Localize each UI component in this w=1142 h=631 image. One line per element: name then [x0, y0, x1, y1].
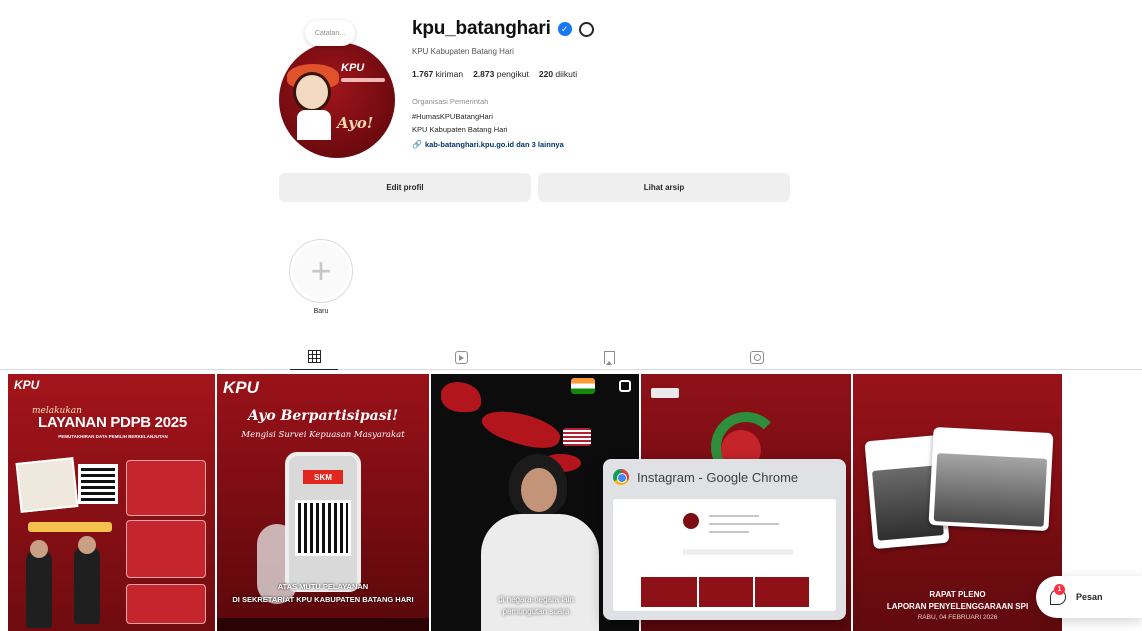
profile-username: kpu_batanghari: [412, 18, 551, 39]
avatar-logo-text: KPU: [341, 62, 365, 74]
grid-icon: [307, 350, 321, 363]
stat-posts: 1.767 kiriman: [412, 69, 464, 79]
post3-caption: di negara-negara lain pemungutan suara: [498, 595, 574, 616]
messages-badge: 1: [1054, 584, 1065, 595]
username-row: kpu_batanghari ✓: [412, 18, 594, 40]
post3-flag-india: [571, 378, 595, 394]
new-highlight-inner: +: [293, 243, 349, 299]
profile-category: Organisasi Pemerintah: [412, 97, 489, 106]
post5-date: RABU, 04 FEBRUARI 2026: [917, 614, 998, 621]
reels-icon: [454, 350, 468, 364]
chrome-window-preview[interactable]: Instagram - Google Chrome: [603, 459, 846, 620]
plus-icon: +: [310, 250, 332, 291]
post-tile-2[interactable]: KPU Ayo Berpartisipasi! Mengisi Survei K…: [217, 374, 429, 631]
profile-link-text[interactable]: kab-batanghari.kpu.go.id dan 3 lainnya: [425, 140, 564, 149]
avatar-script-text: Ayo!: [337, 114, 374, 132]
settings-gear-icon[interactable]: [578, 21, 594, 37]
post1-info-box: [126, 584, 206, 624]
post1-yellow-bar: [28, 522, 112, 532]
stat-following[interactable]: 220 diikuti: [539, 69, 577, 79]
messages-button[interactable]: Pesan: [1036, 576, 1142, 618]
post2-footer: ATAS MUTU PELAYANAN DI SEKRETARIAT KPU K…: [232, 582, 414, 604]
profile-stats: 1.767 kiriman 2.873 pengikut 220 diikuti: [412, 69, 577, 79]
edit-profile-button[interactable]: Edit profil: [279, 173, 531, 202]
new-highlight-button[interactable]: +: [289, 239, 353, 303]
chrome-preview-title: Instagram - Google Chrome: [637, 469, 799, 485]
post-tile-1[interactable]: KPU melakukan LAYANAN PDPB 2025 PEMUTAKH…: [8, 374, 215, 631]
post2-brand: KPU: [223, 378, 259, 397]
avatar-mascot-head: [293, 72, 331, 112]
post1-person: [74, 546, 100, 624]
post2-qr-code: [295, 500, 351, 556]
note-bubble[interactable]: Catatan...: [305, 20, 355, 46]
chrome-icon: [613, 469, 629, 485]
profile-full-name: KPU Kabupaten Batang Hari: [412, 47, 514, 56]
post1-poster-image: [15, 457, 79, 513]
thumbnail-posts: [641, 577, 809, 607]
post3-flag-usa: [563, 428, 591, 446]
stat-followers[interactable]: 2.873 pengikut: [473, 69, 529, 79]
post4-logo: [651, 388, 679, 398]
post2-bottom-strip: [217, 618, 429, 631]
reel-indicator-icon: [619, 380, 631, 392]
thumbnail-avatar: [683, 513, 699, 529]
chrome-preview-title-row: Instagram - Google Chrome: [613, 469, 798, 485]
profile-link[interactable]: 🔗 kab-batanghari.kpu.go.id dan 3 lainnya: [412, 140, 564, 149]
view-archive-button[interactable]: Lihat arsip: [538, 173, 790, 202]
post1-info-box: [126, 460, 206, 516]
link-icon: 🔗: [412, 140, 422, 149]
post2-subtitle: Mengisi Survei Kepuasan Masyarakat: [241, 430, 405, 440]
bookmark-icon: [603, 350, 615, 365]
thumbnail-line: [709, 523, 779, 525]
post1-subtitle: PEMUTAKHIRAN DATA PEMILIH BERKELANJUTAN: [58, 434, 168, 439]
tab-posts[interactable]: [290, 344, 338, 370]
tab-tagged[interactable]: [733, 344, 781, 370]
tab-reels[interactable]: [437, 344, 485, 370]
post5-photo-card: [928, 426, 1054, 532]
profile-bio-hashtag[interactable]: #HumasKPUBatangHari: [412, 112, 493, 121]
post-tile-5[interactable]: RAPAT PLENO LAPORAN PENYELENGGARAAN SPI …: [853, 374, 1062, 631]
post1-brand: KPU: [14, 378, 40, 392]
post2-title: Ayo Berpartisipasi!: [247, 408, 399, 424]
tagged-icon: [750, 350, 764, 364]
thumbnail-line: [709, 531, 749, 533]
verified-badge-icon: ✓: [557, 22, 572, 36]
tab-saved[interactable]: [585, 344, 633, 370]
post1-person-face: [30, 540, 48, 558]
post1-title: LAYANAN PDPB 2025: [38, 414, 187, 431]
post3-face: [521, 468, 557, 512]
chrome-preview-thumbnail: [613, 499, 836, 611]
tabs-divider: [0, 369, 1142, 370]
post5-title: RAPAT PLENO: [929, 590, 986, 599]
avatar-subtitle-bar: [341, 78, 385, 82]
post1-person-face: [78, 536, 96, 554]
post1-qr-code: [78, 464, 118, 504]
profile-avatar[interactable]: KPU Ayo!: [279, 42, 395, 158]
thumbnail-buttons: [683, 549, 793, 555]
avatar-mascot-body: [297, 110, 331, 140]
new-highlight-label: Baru: [313, 308, 329, 315]
profile-bio-line: KPU Kabupaten Batang Hari: [412, 125, 508, 134]
post5-subtitle: LAPORAN PENYELENGGARAAN SPI: [886, 602, 1029, 611]
post2-badge: SKM: [303, 470, 343, 484]
post1-info-box: [126, 520, 206, 578]
post1-person: [26, 550, 52, 628]
messages-label: Pesan: [1076, 592, 1103, 602]
thumbnail-line: [709, 515, 759, 517]
